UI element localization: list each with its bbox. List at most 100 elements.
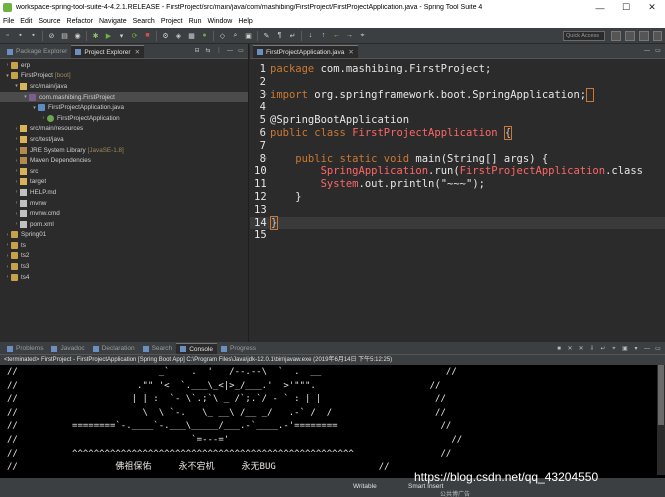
minimize-view-icon[interactable]: — bbox=[643, 345, 651, 353]
perspective-java-icon[interactable] bbox=[625, 31, 635, 41]
perspective-debug-icon[interactable] bbox=[639, 31, 649, 41]
code-line[interactable]: 11 System.out.println("~~~"); bbox=[250, 178, 665, 191]
chevron-right-icon[interactable]: › bbox=[13, 147, 20, 153]
code-line[interactable]: 13 bbox=[250, 204, 665, 217]
external-tools-icon[interactable]: ⚙ bbox=[161, 31, 170, 40]
tree-item[interactable]: › src/main/resources bbox=[0, 124, 248, 135]
code-line[interactable]: 6 public class FirstProjectApplication { bbox=[250, 126, 665, 140]
menu-help[interactable]: Help bbox=[238, 18, 252, 25]
toggle-word-wrap-icon[interactable]: ¶ bbox=[275, 31, 284, 40]
link-with-editor-icon[interactable]: ⇆ bbox=[204, 47, 212, 55]
tree-item[interactable]: › ts2 bbox=[0, 251, 248, 262]
tree-item[interactable]: › src/test/java bbox=[0, 134, 248, 145]
forward-icon[interactable]: → bbox=[345, 31, 354, 40]
code-line[interactable]: 14} bbox=[250, 215, 665, 230]
code-line[interactable]: 7 bbox=[250, 140, 665, 153]
relaunch-icon[interactable]: ⟳ bbox=[130, 31, 139, 40]
menu-project[interactable]: Project bbox=[161, 18, 183, 25]
code-line[interactable]: 4 bbox=[250, 101, 665, 114]
chevron-right-icon[interactable]: › bbox=[4, 264, 11, 270]
code-line[interactable]: 1 package com.mashibing.FirstProject; bbox=[250, 63, 665, 76]
chevron-right-icon[interactable]: › bbox=[4, 242, 11, 248]
skip-breakpoints-icon[interactable]: ⊘ bbox=[47, 31, 56, 40]
debug-icon[interactable]: ✱ bbox=[91, 31, 100, 40]
tree-item[interactable]: › ts4 bbox=[0, 272, 248, 283]
tab-search[interactable]: Search bbox=[139, 343, 177, 354]
tree-item[interactable]: ▾ FirstProjectApplication.java bbox=[0, 102, 248, 113]
tree-item[interactable]: › pom.xml bbox=[0, 219, 248, 230]
code-line[interactable]: 5 @SpringBootApplication bbox=[250, 114, 665, 127]
tab-declaration[interactable]: Declaration bbox=[89, 343, 139, 354]
run-icon[interactable]: ▶ bbox=[104, 31, 113, 40]
close-tab-icon[interactable]: ✕ bbox=[348, 48, 353, 56]
maximize-button[interactable]: ☐ bbox=[613, 0, 639, 15]
tree-item[interactable]: › mvnw bbox=[0, 198, 248, 209]
tab-package-explorer[interactable]: Package Explorer bbox=[3, 45, 71, 58]
tree-item[interactable]: ▾ com.mashibing.FirstProject bbox=[0, 91, 248, 103]
minimize-view-icon[interactable]: — bbox=[226, 47, 234, 55]
code-line[interactable]: 8 ⊖ public static void main(String[] args… bbox=[250, 153, 665, 166]
chevron-down-icon[interactable]: ▾ bbox=[13, 83, 20, 89]
perspective-spring-icon[interactable] bbox=[653, 31, 662, 41]
chevron-down-icon[interactable]: ▾ bbox=[4, 73, 11, 79]
tree-item[interactable]: ▾ FirstProject [boot] bbox=[0, 71, 248, 82]
menu-search[interactable]: Search bbox=[133, 18, 155, 25]
tree-item[interactable]: › JRE System Library [JavaSE-1.8] bbox=[0, 145, 248, 156]
chevron-right-icon[interactable]: › bbox=[13, 168, 20, 174]
tree-item[interactable]: › erp bbox=[0, 60, 248, 71]
tree-item[interactable]: › FirstProjectApplication bbox=[0, 113, 248, 124]
open-console-icon[interactable]: ▾ bbox=[632, 345, 640, 353]
maximize-view-icon[interactable]: ▭ bbox=[654, 345, 662, 353]
chevron-right-icon[interactable]: › bbox=[13, 136, 20, 142]
tree-item[interactable]: › HELP.md bbox=[0, 187, 248, 198]
tab-javadoc[interactable]: Javadoc bbox=[47, 343, 88, 354]
chevron-right-icon[interactable]: › bbox=[13, 211, 20, 217]
chevron-right-icon[interactable]: › bbox=[13, 189, 20, 195]
tab-problems[interactable]: Problems bbox=[3, 343, 47, 354]
scroll-lock-icon[interactable]: ⇩ bbox=[588, 345, 596, 353]
code-line[interactable]: 12 } bbox=[250, 191, 665, 204]
chevron-right-icon[interactable]: › bbox=[4, 274, 11, 280]
new-class-icon[interactable]: ● bbox=[200, 31, 209, 40]
chevron-right-icon[interactable]: › bbox=[13, 200, 20, 206]
view-menu-icon[interactable]: ⋮ bbox=[215, 47, 223, 55]
tab-first-project-application[interactable]: FirstProjectApplication.java ✕ bbox=[253, 45, 358, 58]
tree-item[interactable]: › target bbox=[0, 177, 248, 188]
toggle-mark-occurrences-icon[interactable]: ✎ bbox=[262, 31, 271, 40]
chevron-right-icon[interactable]: › bbox=[13, 158, 20, 164]
word-wrap-icon[interactable]: ↵ bbox=[599, 345, 607, 353]
open-type-icon[interactable]: ◇ bbox=[218, 31, 227, 40]
console-scrollbar[interactable] bbox=[657, 365, 665, 475]
chevron-right-icon[interactable]: › bbox=[13, 221, 20, 227]
quick-access-input[interactable]: Quick Access bbox=[563, 31, 605, 41]
open-task-icon[interactable]: ▣ bbox=[244, 31, 253, 40]
menu-source[interactable]: Source bbox=[38, 18, 60, 25]
fold-toggle-icon[interactable]: ⊖ bbox=[263, 153, 267, 166]
display-console-icon[interactable]: ▣ bbox=[621, 345, 629, 353]
previous-annotation-icon[interactable]: ↑ bbox=[319, 31, 328, 40]
chevron-right-icon[interactable]: › bbox=[4, 232, 11, 238]
save-all-icon[interactable]: ▪ bbox=[29, 31, 38, 40]
pin-editor-icon[interactable]: ⌖ bbox=[358, 31, 367, 40]
tree-item[interactable]: › src bbox=[0, 166, 248, 177]
maximize-view-icon[interactable]: ▭ bbox=[654, 47, 662, 55]
save-icon[interactable]: ▪ bbox=[16, 31, 25, 40]
chevron-right-icon[interactable]: › bbox=[4, 62, 11, 68]
menu-navigate[interactable]: Navigate bbox=[99, 18, 127, 25]
pin-console-icon[interactable]: ⌖ bbox=[610, 345, 618, 353]
boot-dashboard-icon[interactable]: ◉ bbox=[73, 31, 82, 40]
minimize-view-icon[interactable]: — bbox=[643, 47, 651, 55]
new-package-icon[interactable]: ▦ bbox=[187, 31, 196, 40]
collapse-all-icon[interactable]: ⊟ bbox=[193, 47, 201, 55]
tab-console[interactable]: Console bbox=[176, 343, 218, 354]
menu-window[interactable]: Window bbox=[207, 18, 232, 25]
code-line[interactable]: 15 bbox=[250, 229, 665, 242]
build-icon[interactable]: ▤ bbox=[60, 31, 69, 40]
tab-progress[interactable]: Progress bbox=[217, 343, 260, 354]
perspective-open-icon[interactable] bbox=[611, 31, 621, 41]
search-icon[interactable]: ⌕ bbox=[231, 31, 240, 40]
close-tab-icon[interactable]: ✕ bbox=[135, 48, 140, 56]
code-editor[interactable]: 1 package com.mashibing.FirstProject; 2 3 ⊕ i… bbox=[250, 59, 665, 342]
remove-launch-icon[interactable]: ✕ bbox=[566, 345, 574, 353]
minimize-button[interactable]: — bbox=[587, 0, 613, 15]
